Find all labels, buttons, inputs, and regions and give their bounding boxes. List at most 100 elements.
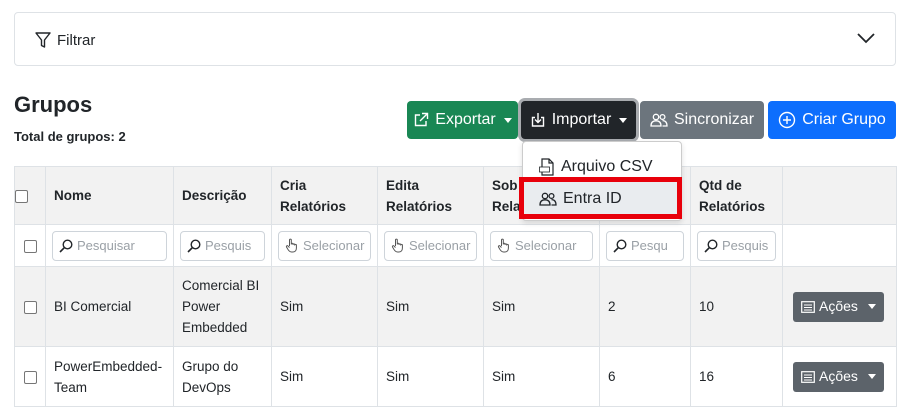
filter-panel[interactable]: Filtrar <box>14 12 896 66</box>
caret-down-icon <box>503 117 512 123</box>
external-link-icon <box>415 112 429 127</box>
caret-down-icon <box>619 117 628 123</box>
header-line: Edita <box>386 177 420 193</box>
filter-row: Pesquisar Pesquis Selecionar Selecionar … <box>14 224 897 267</box>
filter-cell <box>14 224 46 267</box>
header-qtd-relatorios[interactable]: Qtd de Relatórios <box>690 166 783 225</box>
header-line: Relatórios <box>386 198 453 214</box>
header-edita-relatorios[interactable]: Edita Relatórios <box>377 166 484 225</box>
search-icon <box>704 238 718 253</box>
cell-cria: Sim <box>271 346 378 407</box>
actions-dropdown-button[interactable]: Ações <box>793 291 884 322</box>
groups-table: Nome Descrição Cria Relatórios Edita Relat… <box>14 166 897 407</box>
filter-cell: Selecionar <box>271 224 378 267</box>
select-all-checkbox[interactable] <box>15 189 28 203</box>
csv-file-icon <box>539 158 554 176</box>
header-actions <box>782 166 897 225</box>
desc-line: Grupo do <box>182 358 239 374</box>
name-line: PowerEmbedded- <box>54 358 163 374</box>
header-line: Relatórios <box>280 198 347 214</box>
people-icon <box>650 113 668 127</box>
search-input-qtd[interactable]: Pesquis <box>697 230 776 261</box>
header-nome[interactable]: Nome <box>45 166 174 225</box>
filter-cell: Pesquisar <box>45 224 174 267</box>
create-group-button[interactable]: Criar Grupo <box>768 101 896 139</box>
row-checkbox[interactable] <box>23 300 37 314</box>
cell-col6: 2 <box>599 266 691 347</box>
actions-label: Ações <box>819 368 858 384</box>
header-descricao[interactable]: Descrição <box>173 166 272 225</box>
header-cria-relatorios[interactable]: Cria Relatórios <box>271 166 378 225</box>
hand-pointer-icon <box>391 238 403 253</box>
hand-pointer-icon <box>497 238 509 253</box>
chevron-down-icon[interactable] <box>857 31 875 45</box>
select-filter-edita[interactable]: Selecionar <box>384 230 477 261</box>
header-line: Sob <box>492 177 518 193</box>
row-checkbox[interactable] <box>23 370 37 384</box>
filter-label: Filtrar <box>57 32 96 49</box>
header-line: Rela <box>492 198 521 214</box>
import-button[interactable]: Importar <box>521 101 636 139</box>
actions-dropdown-button[interactable]: Ações <box>793 361 884 392</box>
desc-line: Comercial BI <box>182 278 260 293</box>
filter-cell: Pesquis <box>690 224 783 267</box>
search-input-descricao[interactable]: Pesquis <box>180 230 265 261</box>
search-icon <box>613 238 627 253</box>
create-group-label: Criar Grupo <box>802 111 886 128</box>
filter-cell <box>782 224 897 267</box>
cell-nome: PowerEmbedded- Team <box>45 346 174 407</box>
cell-descricao: Grupo do DevOps <box>173 346 272 407</box>
select-placeholder: Selecionar <box>409 238 471 253</box>
page-title: Grupos <box>14 92 93 117</box>
table-row[interactable]: PowerEmbedded- Team Grupo do DevOps Sim Si… <box>14 346 897 407</box>
hand-pointer-icon <box>285 238 297 253</box>
cell-edita: Sim <box>377 346 484 407</box>
cell-cria: Sim <box>271 266 378 347</box>
download-icon <box>531 113 544 127</box>
name-line: Team <box>54 379 88 395</box>
table-header-row: Nome Descrição Cria Relatórios Edita Relat… <box>14 166 897 225</box>
select-placeholder: Selecionar <box>515 238 577 253</box>
total-groups: Total de grupos: 2 <box>14 129 126 144</box>
checkbox-cell <box>14 346 46 407</box>
menu-item-label: Arquivo CSV <box>561 158 653 175</box>
caret-down-icon <box>867 304 876 309</box>
filter-cell: Pesquis <box>173 224 272 267</box>
select-filter-sob[interactable]: Selecionar <box>490 230 593 261</box>
header-line: Qtd de <box>699 177 742 193</box>
cell-col6: 6 <box>599 346 691 407</box>
search-placeholder: Pesquis <box>205 238 252 253</box>
filter-icon <box>35 32 51 48</box>
filter-cell: Selecionar <box>483 224 600 267</box>
sync-button[interactable]: Sincronizar <box>640 101 764 139</box>
row-checkbox[interactable] <box>23 239 37 253</box>
list-icon <box>801 370 815 383</box>
cell-sob: Sim <box>483 266 600 347</box>
export-button[interactable]: Exportar <box>407 101 518 139</box>
filter-cell: Selecionar <box>377 224 484 267</box>
sync-label: Sincronizar <box>673 111 755 128</box>
cell-qtd: 10 <box>690 266 783 347</box>
cell-nome: BI Comercial <box>45 266 174 347</box>
search-placeholder: Pesquisar <box>77 238 135 253</box>
search-icon <box>59 238 73 253</box>
table-row[interactable]: BI Comercial Comercial BI Power Embedded S… <box>14 266 897 347</box>
cell-edita: Sim <box>377 266 484 347</box>
import-label: Importar <box>551 111 612 128</box>
search-input-col6[interactable]: Pesqu <box>606 230 684 261</box>
select-filter-cria[interactable]: Selecionar <box>278 230 371 261</box>
cell-sob: Sim <box>483 346 600 407</box>
select-placeholder: Selecionar <box>303 238 365 253</box>
cell-qtd: 16 <box>690 346 783 407</box>
desc-line: DevOps <box>182 379 231 395</box>
checkbox-cell <box>14 266 46 347</box>
plus-circle-icon <box>779 111 796 129</box>
cell-actions: Ações <box>782 266 897 347</box>
desc-line: Embedded <box>182 320 248 335</box>
cell-descricao: Comercial BI Power Embedded <box>173 266 272 347</box>
header-line: Relatórios <box>699 198 766 214</box>
search-icon <box>187 238 201 253</box>
desc-line: Power <box>182 299 221 314</box>
highlight-box <box>519 177 682 219</box>
search-input-nome[interactable]: Pesquisar <box>52 230 167 261</box>
